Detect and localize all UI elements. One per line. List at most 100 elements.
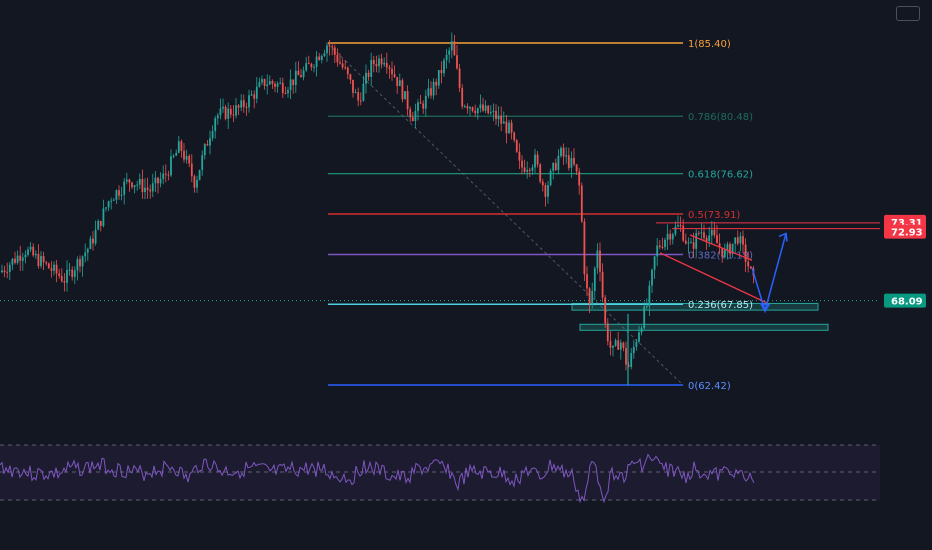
candle-body [583,221,586,275]
candle-body [66,269,68,283]
candle-body [450,41,453,51]
candle-body [14,258,16,263]
candle-body [422,103,425,109]
candle-body [60,276,63,282]
candle-body [744,244,747,262]
candle-body [42,256,45,263]
candle-body [279,82,282,84]
candle-body [705,237,708,241]
candle-body [55,264,58,274]
candle-body [209,138,211,146]
candle-body [723,250,726,257]
candle-body [6,271,9,273]
candle-body [482,104,484,111]
rsi-pane [0,444,880,504]
candle-body [560,147,562,156]
candle-body [138,178,141,185]
candle-body [40,256,42,267]
candle-body [274,83,276,87]
candle-body [261,79,263,83]
candle-body [638,332,640,342]
candle-body [409,109,412,118]
candle-body [313,66,315,68]
candle-body [115,190,118,200]
candle-body [185,155,188,160]
candle-body [255,86,258,99]
candle-body [508,122,510,134]
candle-body [16,255,19,263]
candle-body [79,259,81,267]
fib-level-label-0.5: 0.5(73.91) [688,210,740,221]
candle-body [687,242,690,244]
candle-body [333,47,336,55]
candle-body [703,232,705,238]
chart-menu-button[interactable] [896,6,920,21]
candle-body [339,62,341,64]
candle-body [203,144,206,156]
candle-body [671,234,674,240]
candle-body [159,179,162,184]
candle-body [648,285,651,306]
candle-body [492,110,495,113]
candle-body [651,269,653,286]
candle-body [586,274,588,289]
candle-body [440,70,443,74]
candle-body [287,90,289,94]
candle-body [515,140,518,152]
candle-body [456,55,458,69]
candle-body [625,347,627,365]
candle-body [318,56,321,60]
candle-body [315,56,318,67]
candle-body [570,158,573,168]
candle-body [604,297,607,324]
candle-body [354,92,357,94]
candle-body [167,174,170,176]
price-tag-72.93: 72.93 [884,224,926,239]
candle-body [453,41,456,56]
candle-body [713,229,716,236]
candle-body [695,233,698,249]
candle-body [271,81,274,84]
candle-body [76,259,79,271]
candle-body [253,94,256,99]
candle-body [146,187,149,190]
candle-body [359,100,362,102]
candle-body [437,70,440,86]
candle-body [497,115,500,120]
candle-body [128,179,131,183]
candle-body [94,229,97,244]
candle-body [518,151,521,161]
candle-body [424,95,427,109]
candle-body [526,169,529,172]
candle-body [484,105,487,111]
candle-body [21,257,24,261]
candle-body [149,189,152,192]
candle-body [34,253,37,256]
candle-body [710,229,713,236]
candle-body [640,328,643,333]
candle-body [170,156,172,176]
candle-body [630,353,633,367]
candle-body [292,79,295,86]
candle-body [495,110,497,120]
candle-body [617,340,620,350]
candle-body [50,268,53,271]
candle-body [632,346,635,354]
candle-body [500,115,503,124]
candle-body [697,233,700,235]
candle-body [471,107,474,111]
candle-body [37,253,40,267]
candle-body [523,167,526,172]
candle-body [742,236,744,245]
candle-body [102,208,105,226]
price-chart[interactable]: 1(85.40) 0.786(80.48) 0.618(76.62) 0.5(73.9… [0,0,932,550]
candle-body [120,194,123,196]
candle-body [458,68,461,88]
candle-body [549,170,552,186]
candle-body [544,185,547,197]
candle-body [414,111,417,122]
candle-body [487,105,490,114]
candle-body [214,118,217,131]
candle-body [24,254,27,258]
candle-body [609,341,612,348]
